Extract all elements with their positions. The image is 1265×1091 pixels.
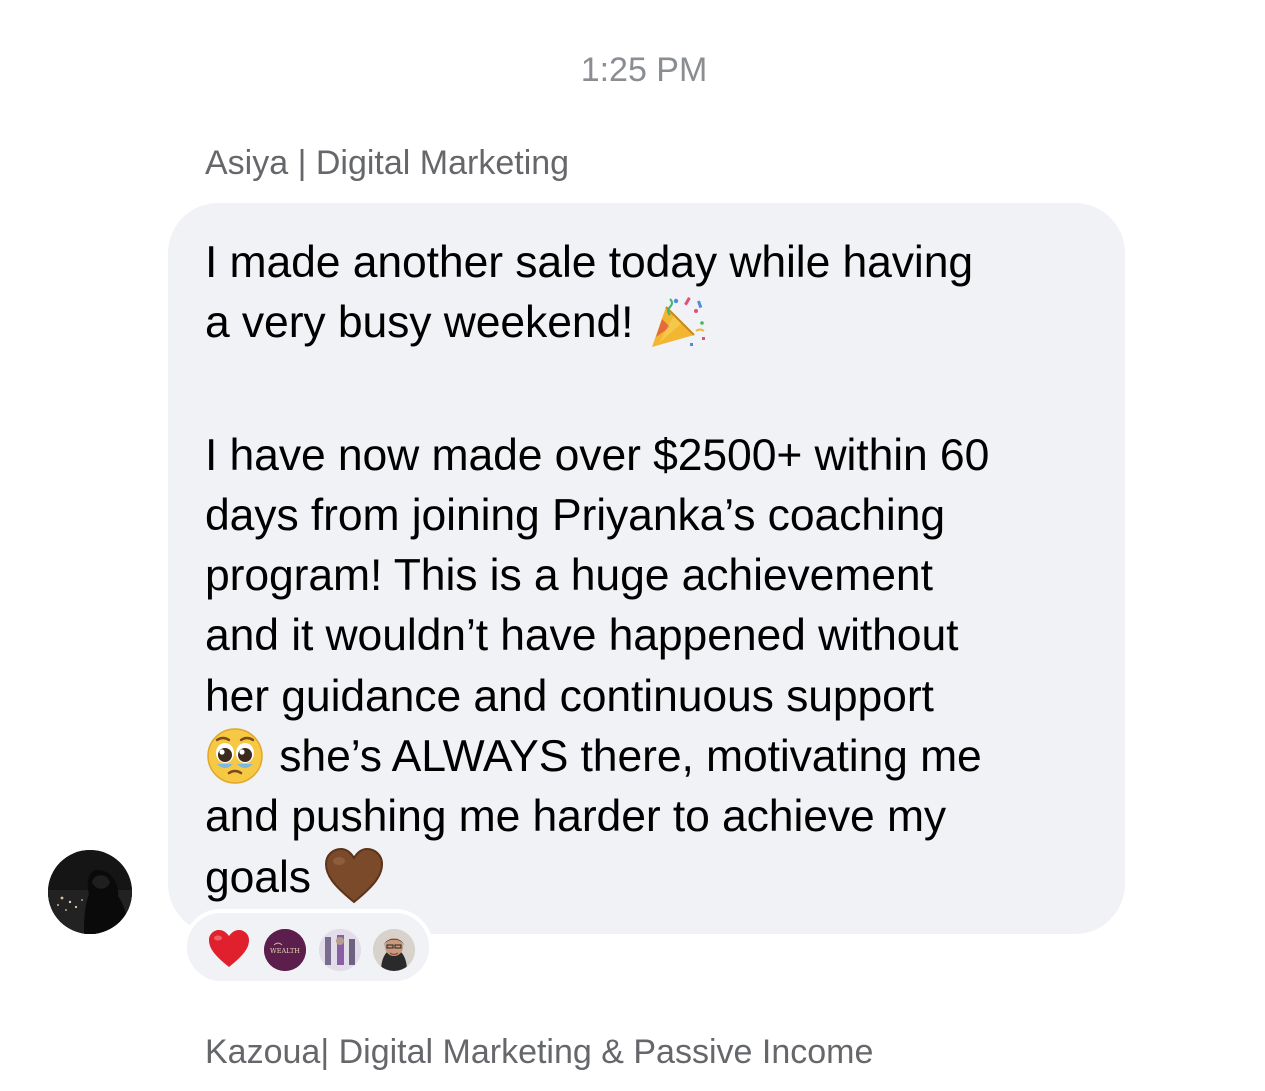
message-paragraph-2: I have now made over $2500+ within 60 da… [205, 426, 1089, 908]
message-paragraph-1: I made another sale today while having a… [205, 233, 1089, 354]
reactor-avatar-wealth[interactable]: WEALTH [264, 929, 306, 971]
party-popper-icon [646, 293, 708, 351]
red-heart-icon [207, 929, 251, 969]
message-line: and it wouldn’t have happened without [205, 611, 959, 661]
message-bubble[interactable]: I made another sale today while having a… [168, 203, 1125, 934]
sender-name[interactable]: Asiya | Digital Marketing [205, 142, 569, 184]
message-line: a very busy weekend! [205, 293, 1089, 353]
reactions-bar[interactable]: WEALTH [183, 909, 433, 985]
next-sender-name[interactable]: Kazoua| Digital Marketing & Passive Inco… [205, 1031, 873, 1073]
message-line: days from joining Priyanka’s coaching [205, 490, 946, 540]
sender-avatar[interactable] [48, 850, 132, 934]
message-line: I made another sale today while having [205, 238, 974, 287]
message-line: her guidance and continuous support [205, 671, 934, 721]
message-line: and pushing me harder to achieve my [205, 792, 947, 842]
brown-heart-icon [323, 847, 385, 905]
message-line: she’s ALWAYS there, motivating me [205, 727, 1089, 787]
svg-text:WEALTH: WEALTH [270, 947, 300, 955]
reactor-avatar[interactable] [319, 929, 361, 971]
pleading-face-icon [205, 726, 267, 785]
message-line: program! This is a huge achievement [205, 551, 933, 601]
message-line: I have now made over $2500+ within 60 [205, 430, 990, 480]
reactor-avatar[interactable] [373, 929, 415, 971]
message-line: goals [205, 847, 1089, 908]
message-timestamp: 1:25 PM [580, 51, 708, 89]
